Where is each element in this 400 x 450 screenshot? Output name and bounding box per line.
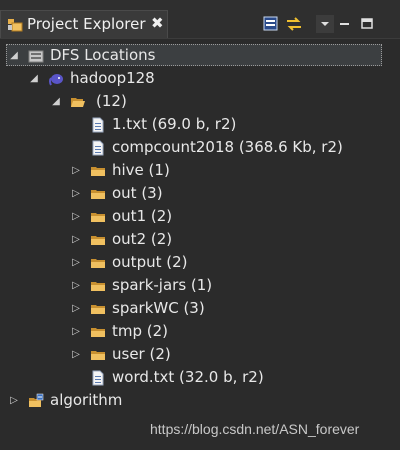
tree-item-project-algorithm[interactable]: ▷ algorithm (0, 389, 400, 412)
tree-item-folder[interactable]: ▷ spark-jars (1) (0, 274, 400, 297)
view-title: Project Explorer (27, 15, 146, 33)
tree-item-label: output (2) (112, 253, 188, 271)
view-menu-icon[interactable] (316, 15, 334, 33)
expand-arrow-icon[interactable]: ▷ (70, 251, 82, 274)
tree-item-label: (12) (96, 92, 127, 110)
java-project-icon (29, 393, 44, 407)
watermark-url: https://blog.csdn.net/ASN_forever (150, 421, 360, 437)
tree-item-label: tmp (2) (112, 322, 169, 340)
close-icon[interactable]: ✖ (151, 14, 164, 32)
expand-arrow-icon[interactable]: ▷ (8, 389, 20, 412)
expand-arrow-icon[interactable]: ▷ (70, 159, 82, 182)
tree-item-label: hadoop128 (70, 69, 155, 87)
tree-item-label: DFS Locations (50, 46, 156, 64)
tree-item-folder[interactable]: ▷ output (2) (0, 251, 400, 274)
collapse-arrow-icon[interactable]: ◢ (50, 90, 62, 113)
project-tree: ◢ DFS Locations ◢ hadoop128 ◢ (12) 1.txt… (0, 40, 400, 450)
folder-icon (91, 305, 105, 314)
tree-item-file[interactable]: compcount2018 (368.6 Kb, r2) (0, 136, 400, 159)
tree-item-folder[interactable]: ▷ out (3) (0, 182, 400, 205)
folder-icon (91, 236, 105, 245)
tree-item-label: word.txt (32.0 b, r2) (112, 368, 264, 386)
folder-icon (91, 282, 105, 291)
file-icon (92, 140, 104, 156)
tree-item-folder[interactable]: ▷ hive (1) (0, 159, 400, 182)
tree-item-label: hive (1) (112, 161, 170, 179)
project-explorer-icon (8, 19, 23, 32)
tree-item-label: algorithm (50, 391, 123, 409)
collapse-all-icon[interactable] (262, 15, 280, 33)
folder-icon (91, 213, 105, 222)
tree-item-label: user (2) (112, 345, 171, 363)
tree-item-dfs-locations[interactable]: ◢ DFS Locations (0, 44, 400, 67)
collapse-arrow-icon[interactable]: ◢ (28, 67, 40, 90)
folder-icon (91, 259, 105, 268)
project-explorer-tab[interactable]: Project Explorer ✖ (0, 10, 168, 38)
tree-item-folder[interactable]: ▷ sparkWC (3) (0, 297, 400, 320)
expand-arrow-icon[interactable]: ▷ (70, 320, 82, 343)
tree-item-folder[interactable]: ▷ tmp (2) (0, 320, 400, 343)
tree-item-label: out2 (2) (112, 230, 173, 248)
tree-item-label: out1 (2) (112, 207, 173, 225)
tree-item-label: compcount2018 (368.6 Kb, r2) (112, 138, 343, 156)
file-icon (92, 370, 104, 386)
expand-arrow-icon[interactable]: ▷ (70, 182, 82, 205)
collapse-arrow-icon[interactable]: ◢ (8, 44, 20, 67)
tree-item-label: sparkWC (3) (112, 299, 205, 317)
tree-item-label: spark-jars (1) (112, 276, 213, 294)
folder-icon (91, 190, 105, 199)
tree-item-label: out (3) (112, 184, 163, 202)
link-with-editor-icon[interactable] (285, 15, 303, 33)
dfs-locations-icon (28, 50, 44, 63)
hadoop-elephant-icon (49, 74, 63, 86)
open-folder-icon (71, 98, 85, 107)
expand-arrow-icon[interactable]: ▷ (70, 274, 82, 297)
expand-arrow-icon[interactable]: ▷ (70, 343, 82, 366)
tree-item-root-folder[interactable]: ◢ (12) (0, 90, 400, 113)
expand-arrow-icon[interactable]: ▷ (70, 205, 82, 228)
tree-item-folder[interactable]: ▷ out1 (2) (0, 205, 400, 228)
minimize-icon[interactable] (336, 15, 354, 33)
tree-item-file[interactable]: 1.txt (69.0 b, r2) (0, 113, 400, 136)
maximize-icon[interactable] (358, 15, 376, 33)
folder-icon (91, 167, 105, 176)
expand-arrow-icon[interactable]: ▷ (70, 297, 82, 320)
expand-arrow-icon[interactable]: ▷ (70, 228, 82, 251)
tree-item-label: 1.txt (69.0 b, r2) (112, 115, 237, 133)
tree-item-hadoop128[interactable]: ◢ hadoop128 (0, 67, 400, 90)
tree-item-folder[interactable]: ▷ user (2) (0, 343, 400, 366)
file-icon (92, 117, 104, 133)
tree-item-folder[interactable]: ▷ out2 (2) (0, 228, 400, 251)
folder-icon (91, 328, 105, 337)
folder-icon (91, 351, 105, 360)
tree-item-file[interactable]: word.txt (32.0 b, r2) (0, 366, 400, 389)
view-title-bar: Project Explorer ✖ (0, 0, 400, 39)
